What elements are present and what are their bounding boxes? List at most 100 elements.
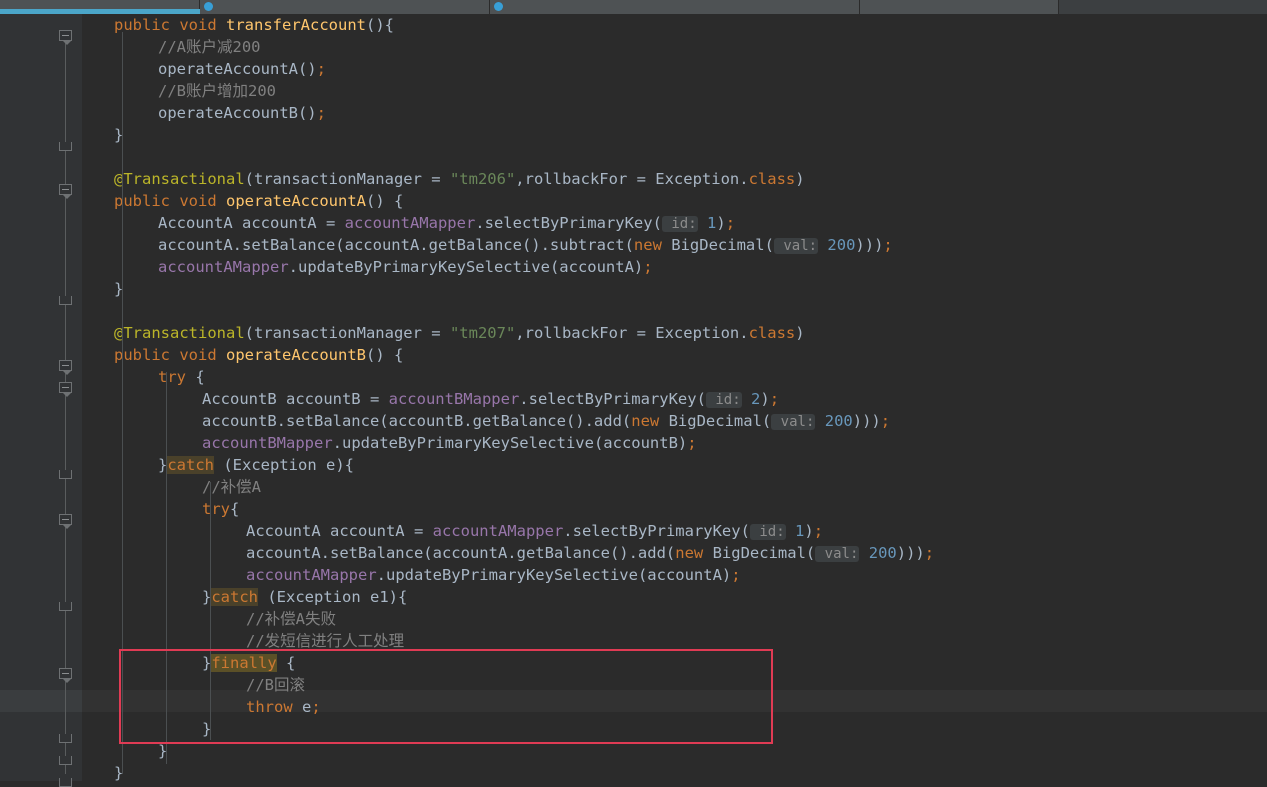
code-token-txt: ): [795, 170, 805, 188]
fold-expand-marker[interactable]: [59, 668, 72, 683]
indent-guide: [122, 32, 123, 774]
editor-tab-2[interactable]: [490, 0, 860, 14]
code-token-kw: catch: [211, 588, 259, 606]
code-token-txt: .selectByPrimaryKey(: [519, 390, 706, 408]
code-token-kw: new: [675, 544, 713, 562]
code-line[interactable]: }catch (Exception e1){: [82, 586, 1267, 608]
code-token-str: "tm206": [449, 170, 516, 188]
code-token-kw: ;: [687, 434, 697, 452]
code-token-meth: operateAccountA: [226, 192, 366, 210]
code-token-txt: BigDecimal(: [668, 412, 772, 430]
code-line[interactable]: accountA.setBalance(accountA.getBalance(…: [82, 234, 1267, 256]
code-token-cmt: //补偿A失败: [246, 610, 336, 628]
code-line[interactable]: public void operateAccountA() {: [82, 190, 1267, 212]
code-line[interactable]: }: [82, 718, 1267, 740]
code-line[interactable]: }: [82, 124, 1267, 146]
code-token-num: 200: [868, 544, 897, 562]
code-line[interactable]: AccountA accountA = accountAMapper.selec…: [82, 520, 1267, 542]
code-token-txt: ): [795, 324, 805, 342]
code-line[interactable]: @Transactional(transactionManager = "tm2…: [82, 322, 1267, 344]
code-line[interactable]: accountBMapper.updateByPrimaryKeySelecti…: [82, 432, 1267, 454]
code-token-kw: ;: [883, 236, 893, 254]
code-line[interactable]: //补偿A失败: [82, 608, 1267, 630]
code-line[interactable]: accountAMapper.updateByPrimaryKeySelecti…: [82, 564, 1267, 586]
code-line[interactable]: operateAccountB();: [82, 102, 1267, 124]
code-token-txt: .updateByPrimaryKeySelective(accountB): [332, 434, 688, 452]
fold-end-marker[interactable]: [59, 142, 72, 151]
code-token-txt: .updateByPrimaryKeySelective(accountA): [288, 258, 644, 276]
code-token-hint: id:: [749, 524, 786, 540]
code-line[interactable]: //发短信进行人工处理: [82, 630, 1267, 652]
code-fold-gutter[interactable]: [52, 14, 82, 781]
fold-end-marker[interactable]: [59, 602, 72, 611]
fold-end-marker[interactable]: [59, 296, 72, 305]
code-line[interactable]: AccountB accountB = accountBMapper.selec…: [82, 388, 1267, 410]
code-line[interactable]: //B账户增加200: [82, 80, 1267, 102]
code-line[interactable]: operateAccountA();: [82, 58, 1267, 80]
code-token-cmt: //A账户减200: [158, 38, 261, 56]
editor-tab-3[interactable]: [860, 0, 1059, 14]
code-line[interactable]: @Transactional(transactionManager = "tm2…: [82, 168, 1267, 190]
fold-end-marker[interactable]: [59, 470, 72, 479]
code-line[interactable]: }catch (Exception e){: [82, 454, 1267, 476]
code-token-kw: new: [631, 412, 669, 430]
code-token-kw: ;: [643, 258, 653, 276]
code-token-str: "tm207": [449, 324, 516, 342]
line-number-gutter[interactable]: [0, 14, 52, 781]
java-class-icon: [494, 2, 503, 11]
code-token-kw: public: [114, 16, 180, 34]
fold-expand-marker[interactable]: [59, 184, 72, 199]
fold-expand-marker[interactable]: [59, 382, 72, 397]
code-line[interactable]: //补偿A: [82, 476, 1267, 498]
fold-end-marker[interactable]: [59, 756, 72, 765]
code-token-txt: operateAccountB(): [158, 104, 317, 122]
code-line[interactable]: //A账户减200: [82, 36, 1267, 58]
fold-end-marker[interactable]: [59, 734, 72, 743]
code-line[interactable]: AccountA accountA = accountAMapper.selec…: [82, 212, 1267, 234]
code-token-kw: class: [748, 170, 796, 188]
code-line[interactable]: accountA.setBalance(accountA.getBalance(…: [82, 542, 1267, 564]
code-token-meth: operateAccountB: [226, 346, 366, 364]
code-content[interactable]: public void transferAccount(){ //A账户减200 o…: [82, 14, 1267, 782]
code-line[interactable]: throw e;: [82, 696, 1267, 718]
code-token-kw: void: [179, 192, 226, 210]
code-token-txt: accountB.setBalance(accountB.getBalance(…: [202, 412, 632, 430]
code-line[interactable]: accountAMapper.updateByPrimaryKeySelecti…: [82, 256, 1267, 278]
code-line[interactable]: try{: [82, 498, 1267, 520]
code-line[interactable]: }finally {: [82, 652, 1267, 674]
code-token-kw: new: [633, 236, 672, 254]
fold-expand-marker[interactable]: [59, 30, 72, 45]
fold-end-marker[interactable]: [59, 778, 72, 787]
code-token-txt: ,rollbackFor = Exception.: [515, 324, 749, 342]
code-line[interactable]: }: [82, 278, 1267, 300]
code-line[interactable]: accountB.setBalance(accountB.getBalance(…: [82, 410, 1267, 432]
code-line[interactable]: public void operateAccountB() {: [82, 344, 1267, 366]
java-class-icon: [204, 2, 213, 11]
code-line[interactable]: //B回滚: [82, 674, 1267, 696]
fold-expand-marker[interactable]: [59, 360, 72, 375]
code-token-txt: .updateByPrimaryKeySelective(accountA): [376, 566, 732, 584]
code-token-kw: ;: [725, 214, 736, 232]
code-line[interactable]: [82, 300, 1267, 322]
code-line[interactable]: try {: [82, 366, 1267, 388]
code-token-txt: (transactionManager =: [244, 170, 450, 188]
code-token-fld: accountBMapper: [388, 390, 520, 408]
code-token-txt: BigDecimal(: [671, 236, 774, 254]
code-token-hint: val:: [773, 238, 819, 254]
editor-tab-1[interactable]: [200, 0, 490, 14]
code-line[interactable]: public void transferAccount(){: [82, 14, 1267, 36]
code-token-kw: ;: [316, 104, 326, 122]
code-token-fld: accountAMapper: [246, 566, 377, 584]
code-line[interactable]: [82, 146, 1267, 168]
code-line[interactable]: }: [82, 740, 1267, 762]
editor-tab-bar[interactable]: [0, 0, 1267, 14]
code-token-txt: BigDecimal(: [712, 544, 816, 562]
code-token-kw: class: [748, 324, 796, 342]
fold-expand-marker[interactable]: [59, 514, 72, 529]
code-token-txt: ): [760, 390, 770, 408]
code-token-txt: (Exception e){: [214, 456, 354, 474]
code-editor[interactable]: public void transferAccount(){ //A账户减200 o…: [0, 14, 1267, 787]
